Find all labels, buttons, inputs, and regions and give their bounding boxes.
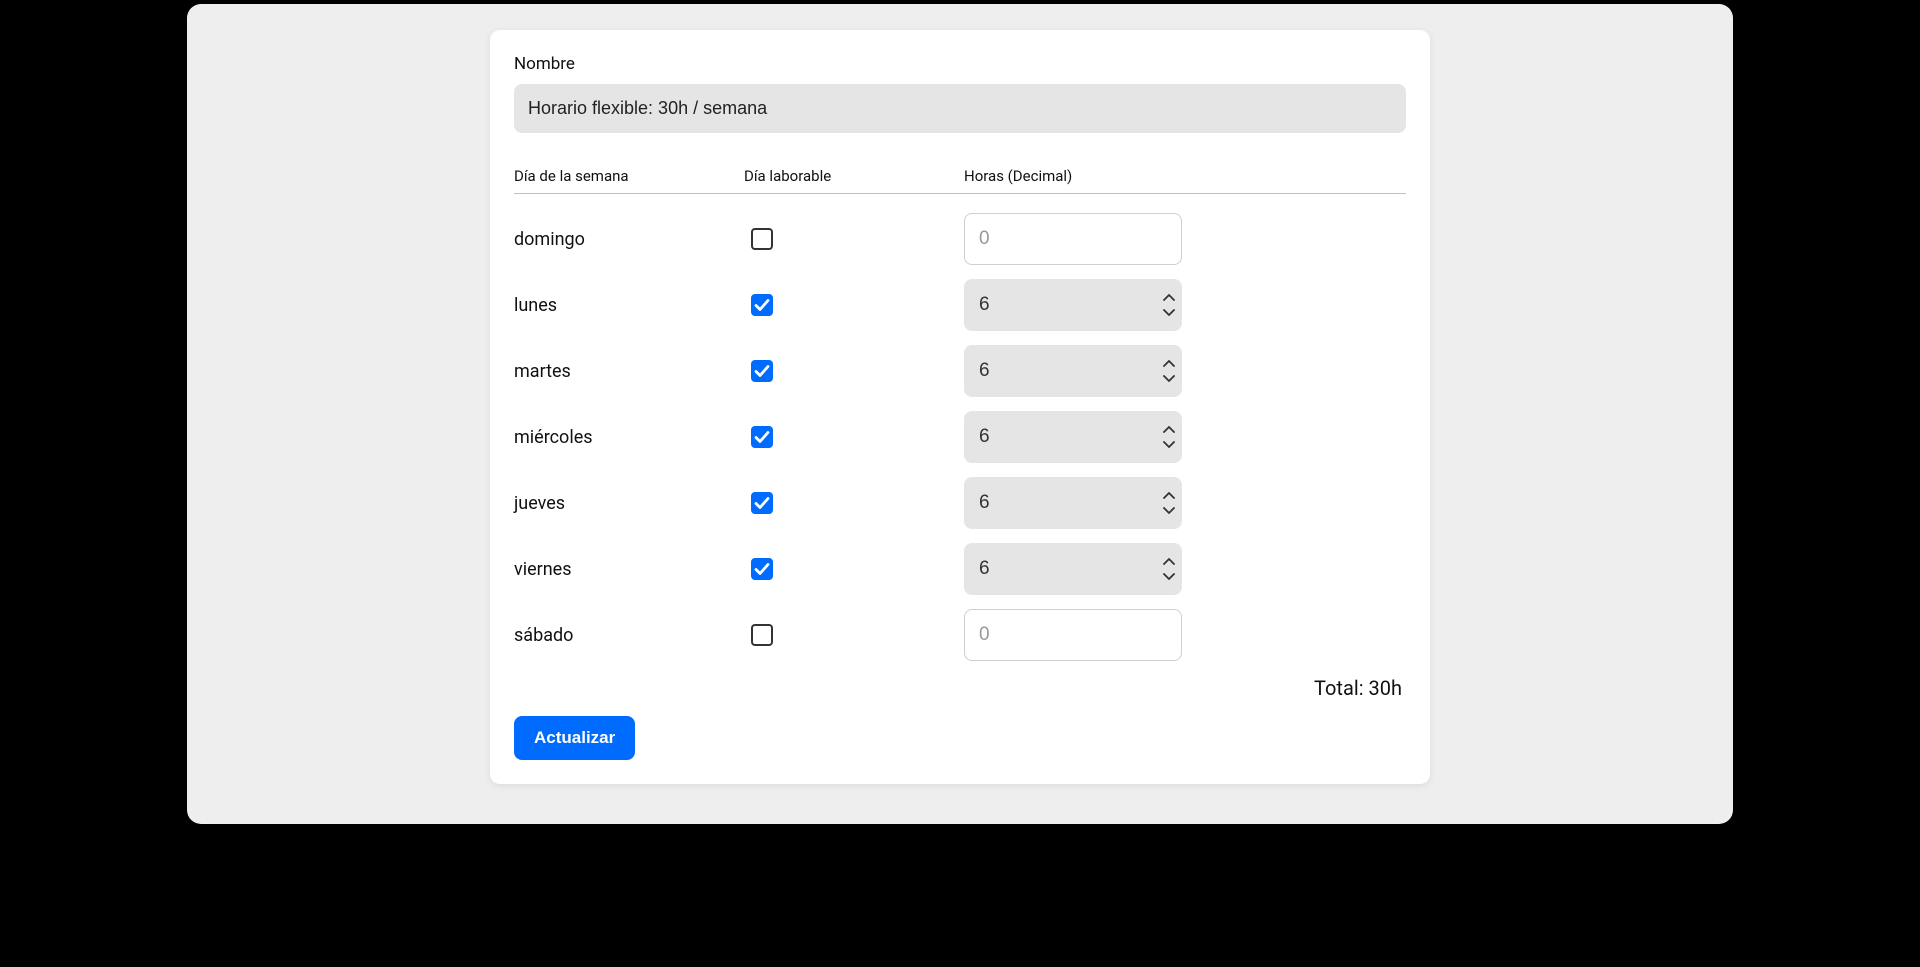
workday-checkbox[interactable]	[751, 360, 773, 382]
check-icon	[754, 297, 770, 313]
stepper-up-button[interactable]	[1162, 425, 1176, 435]
stepper-down-button[interactable]	[1162, 307, 1176, 317]
chevron-up-icon	[1163, 492, 1175, 500]
hours-input[interactable]	[964, 213, 1182, 265]
total-label: Total: 30h	[514, 676, 1406, 700]
chevron-up-icon	[1163, 426, 1175, 434]
workday-checkbox[interactable]	[751, 624, 773, 646]
check-icon	[754, 561, 770, 577]
check-icon	[754, 363, 770, 379]
hours-stepper	[1162, 359, 1176, 383]
day-name: domingo	[514, 229, 744, 250]
stepper-up-button[interactable]	[1162, 293, 1176, 303]
workday-checkbox[interactable]	[751, 426, 773, 448]
hours-input[interactable]	[964, 609, 1182, 661]
chevron-down-icon	[1163, 506, 1175, 514]
chevron-up-icon	[1163, 360, 1175, 368]
chevron-down-icon	[1163, 572, 1175, 580]
table-row: domingo	[514, 206, 1406, 272]
header-day: Día de la semana	[514, 167, 744, 185]
hours-input[interactable]	[964, 411, 1182, 463]
stepper-down-button[interactable]	[1162, 439, 1176, 449]
schedule-table: Día de la semana Día laborable Horas (De…	[514, 167, 1406, 668]
day-name: martes	[514, 361, 744, 382]
stepper-down-button[interactable]	[1162, 373, 1176, 383]
name-input[interactable]	[514, 84, 1406, 133]
table-row: lunes	[514, 272, 1406, 338]
page-background: Nombre Día de la semana Día laborable Ho…	[187, 4, 1733, 824]
stepper-down-button[interactable]	[1162, 571, 1176, 581]
check-icon	[754, 495, 770, 511]
hours-stepper	[1162, 425, 1176, 449]
day-name: sábado	[514, 625, 744, 646]
check-icon	[754, 429, 770, 445]
workday-checkbox[interactable]	[751, 228, 773, 250]
chevron-down-icon	[1163, 374, 1175, 382]
stepper-up-button[interactable]	[1162, 491, 1176, 501]
workday-checkbox[interactable]	[751, 492, 773, 514]
chevron-down-icon	[1163, 440, 1175, 448]
day-name: jueves	[514, 493, 744, 514]
workday-checkbox[interactable]	[751, 558, 773, 580]
table-row: sábado	[514, 602, 1406, 668]
name-label: Nombre	[514, 54, 1406, 74]
update-button[interactable]: Actualizar	[514, 716, 635, 760]
chevron-down-icon	[1163, 308, 1175, 316]
chevron-up-icon	[1163, 558, 1175, 566]
header-workday: Día laborable	[744, 167, 964, 185]
table-row: viernes	[514, 536, 1406, 602]
schedule-form-card: Nombre Día de la semana Día laborable Ho…	[490, 30, 1430, 784]
table-row: miércoles	[514, 404, 1406, 470]
hours-stepper	[1162, 491, 1176, 515]
workday-checkbox[interactable]	[751, 294, 773, 316]
hours-input[interactable]	[964, 543, 1182, 595]
day-name: miércoles	[514, 427, 744, 448]
hours-input[interactable]	[964, 345, 1182, 397]
stepper-up-button[interactable]	[1162, 557, 1176, 567]
table-row: martes	[514, 338, 1406, 404]
hours-input[interactable]	[964, 279, 1182, 331]
header-hours: Horas (Decimal)	[964, 167, 1194, 185]
day-name: viernes	[514, 559, 744, 580]
table-headers: Día de la semana Día laborable Horas (De…	[514, 167, 1406, 194]
hours-stepper	[1162, 293, 1176, 317]
table-row: jueves	[514, 470, 1406, 536]
chevron-up-icon	[1163, 294, 1175, 302]
stepper-down-button[interactable]	[1162, 505, 1176, 515]
stepper-up-button[interactable]	[1162, 359, 1176, 369]
day-name: lunes	[514, 295, 744, 316]
hours-input[interactable]	[964, 477, 1182, 529]
hours-stepper	[1162, 557, 1176, 581]
